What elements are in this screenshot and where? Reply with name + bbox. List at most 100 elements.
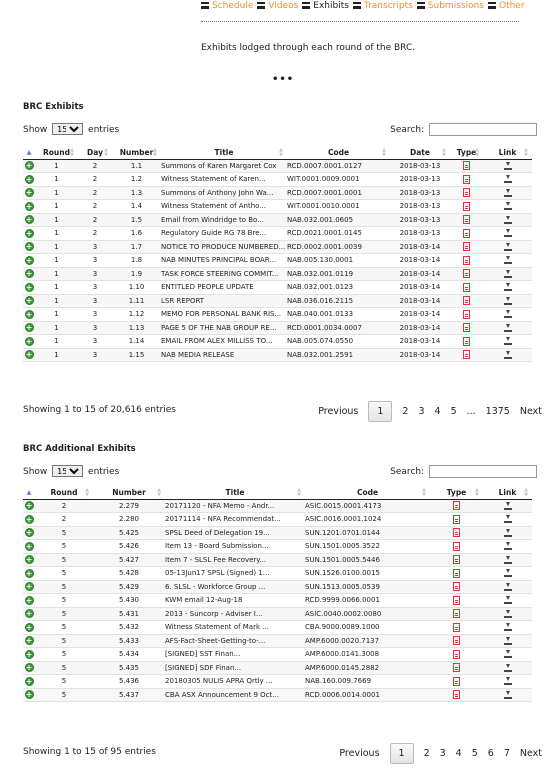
plus-icon[interactable]: + (24, 663, 34, 673)
pagination-page[interactable]: 5 (472, 748, 478, 759)
download-icon[interactable] (503, 161, 512, 170)
plus-icon[interactable]: + (24, 282, 34, 292)
pdf-icon[interactable] (463, 296, 470, 306)
download-icon[interactable] (503, 310, 512, 319)
plus-icon[interactable]: + (24, 215, 34, 225)
nav-item-other[interactable]: Other (487, 0, 525, 12)
download-icon[interactable] (503, 677, 512, 686)
column-header-number[interactable]: Number ▲ ▼ (93, 486, 165, 500)
pdf-icon[interactable] (463, 350, 470, 360)
plus-icon[interactable]: + (24, 555, 34, 565)
pagination-page[interactable]: 1375 (486, 406, 510, 417)
plus-icon[interactable]: + (24, 323, 34, 333)
pdf-icon[interactable] (453, 622, 460, 632)
plus-icon[interactable]: + (24, 201, 34, 211)
nav-item-submissions[interactable]: Submissions (416, 0, 484, 12)
pdf-icon[interactable] (453, 595, 460, 605)
pagination-page[interactable]: 2 (402, 406, 408, 417)
download-icon[interactable] (503, 283, 512, 292)
pdf-icon[interactable] (453, 609, 460, 619)
pagination-page[interactable]: 1 (389, 743, 414, 764)
pdf-icon[interactable] (453, 555, 460, 565)
download-icon[interactable] (503, 663, 512, 672)
plus-icon[interactable]: + (24, 528, 34, 538)
download-icon[interactable] (503, 188, 512, 197)
pagination-page[interactable]: 3 (418, 406, 424, 417)
download-icon[interactable] (503, 337, 512, 346)
plus-icon[interactable]: + (24, 242, 34, 252)
plus-icon[interactable]: + (24, 255, 34, 265)
plus-icon[interactable]: + (24, 350, 34, 360)
download-icon[interactable] (503, 515, 512, 524)
column-header-round[interactable]: Round ▲ ▼ (35, 486, 93, 500)
download-icon[interactable] (503, 256, 512, 265)
download-icon[interactable] (503, 202, 512, 211)
column-header-day[interactable]: Day ▲ ▼ (78, 146, 112, 160)
column-header-code[interactable]: Code ▲ ▼ (287, 146, 390, 160)
more-dots[interactable]: ••• (272, 74, 294, 85)
download-icon[interactable] (503, 636, 512, 645)
plus-icon[interactable]: + (24, 582, 34, 592)
pagination-page[interactable]: 6 (488, 748, 494, 759)
download-icon[interactable] (503, 690, 512, 699)
pdf-icon[interactable] (453, 541, 460, 551)
pdf-icon[interactable] (463, 282, 470, 292)
download-icon[interactable] (503, 229, 512, 238)
download-icon[interactable] (503, 269, 512, 278)
column-header-link[interactable]: Link ▲ ▼ (483, 146, 532, 160)
plus-icon[interactable]: + (24, 309, 34, 319)
download-icon[interactable] (503, 542, 512, 551)
plus-icon[interactable]: + (24, 161, 34, 171)
exhibits-search-input[interactable] (429, 123, 537, 136)
pdf-icon[interactable] (463, 174, 470, 184)
pdf-icon[interactable] (453, 528, 460, 538)
expand-column-header[interactable]: ▲ (23, 146, 35, 160)
additional-search-input[interactable] (429, 465, 537, 478)
plus-icon[interactable]: + (24, 228, 34, 238)
download-icon[interactable] (503, 215, 512, 224)
download-icon[interactable] (503, 555, 512, 564)
plus-icon[interactable]: + (24, 188, 34, 198)
plus-icon[interactable]: + (24, 690, 34, 700)
pagination-page[interactable]: 5 (451, 406, 457, 417)
pdf-icon[interactable] (463, 188, 470, 198)
column-header-number[interactable]: Number ▲ ▼ (112, 146, 161, 160)
expand-column-header[interactable]: ▲ (23, 486, 35, 500)
exhibits-page-size-select[interactable]: 15 (52, 123, 84, 135)
column-header-title[interactable]: Title ▲ ▼ (165, 486, 305, 500)
download-icon[interactable] (503, 350, 512, 359)
pdf-icon[interactable] (463, 228, 470, 238)
additional-page-size-select[interactable]: 15 (52, 465, 84, 477)
pagination-page[interactable]: 4 (435, 406, 441, 417)
pagination-previous[interactable]: Previous (339, 748, 379, 759)
plus-icon[interactable]: + (24, 636, 34, 646)
pagination-page[interactable]: 3 (440, 748, 446, 759)
pdf-icon[interactable] (453, 582, 460, 592)
pdf-icon[interactable] (463, 323, 470, 333)
pdf-icon[interactable] (463, 161, 470, 171)
pagination-next[interactable]: Next (520, 748, 542, 759)
pagination-page[interactable]: 1 (368, 401, 393, 422)
pagination-page[interactable]: 7 (504, 748, 510, 759)
nav-item-videos[interactable]: Videos (257, 0, 298, 12)
pagination-previous[interactable]: Previous (318, 406, 358, 417)
pdf-icon[interactable] (463, 215, 470, 225)
download-icon[interactable] (503, 501, 512, 510)
pdf-icon[interactable] (463, 255, 470, 265)
pdf-icon[interactable] (453, 649, 460, 659)
nav-item-transcripts[interactable]: Transcripts (352, 0, 413, 12)
pdf-icon[interactable] (453, 676, 460, 686)
download-icon[interactable] (503, 296, 512, 305)
download-icon[interactable] (503, 582, 512, 591)
download-icon[interactable] (503, 609, 512, 618)
plus-icon[interactable]: + (24, 595, 34, 605)
plus-icon[interactable]: + (24, 649, 34, 659)
pdf-icon[interactable] (453, 690, 460, 700)
column-header-title[interactable]: Title ▲ ▼ (161, 146, 287, 160)
pagination-page[interactable]: 2 (424, 748, 430, 759)
plus-icon[interactable]: + (24, 514, 34, 524)
plus-icon[interactable]: + (24, 501, 34, 511)
plus-icon[interactable]: + (24, 622, 34, 632)
plus-icon[interactable]: + (24, 676, 34, 686)
pdf-icon[interactable] (453, 663, 460, 673)
